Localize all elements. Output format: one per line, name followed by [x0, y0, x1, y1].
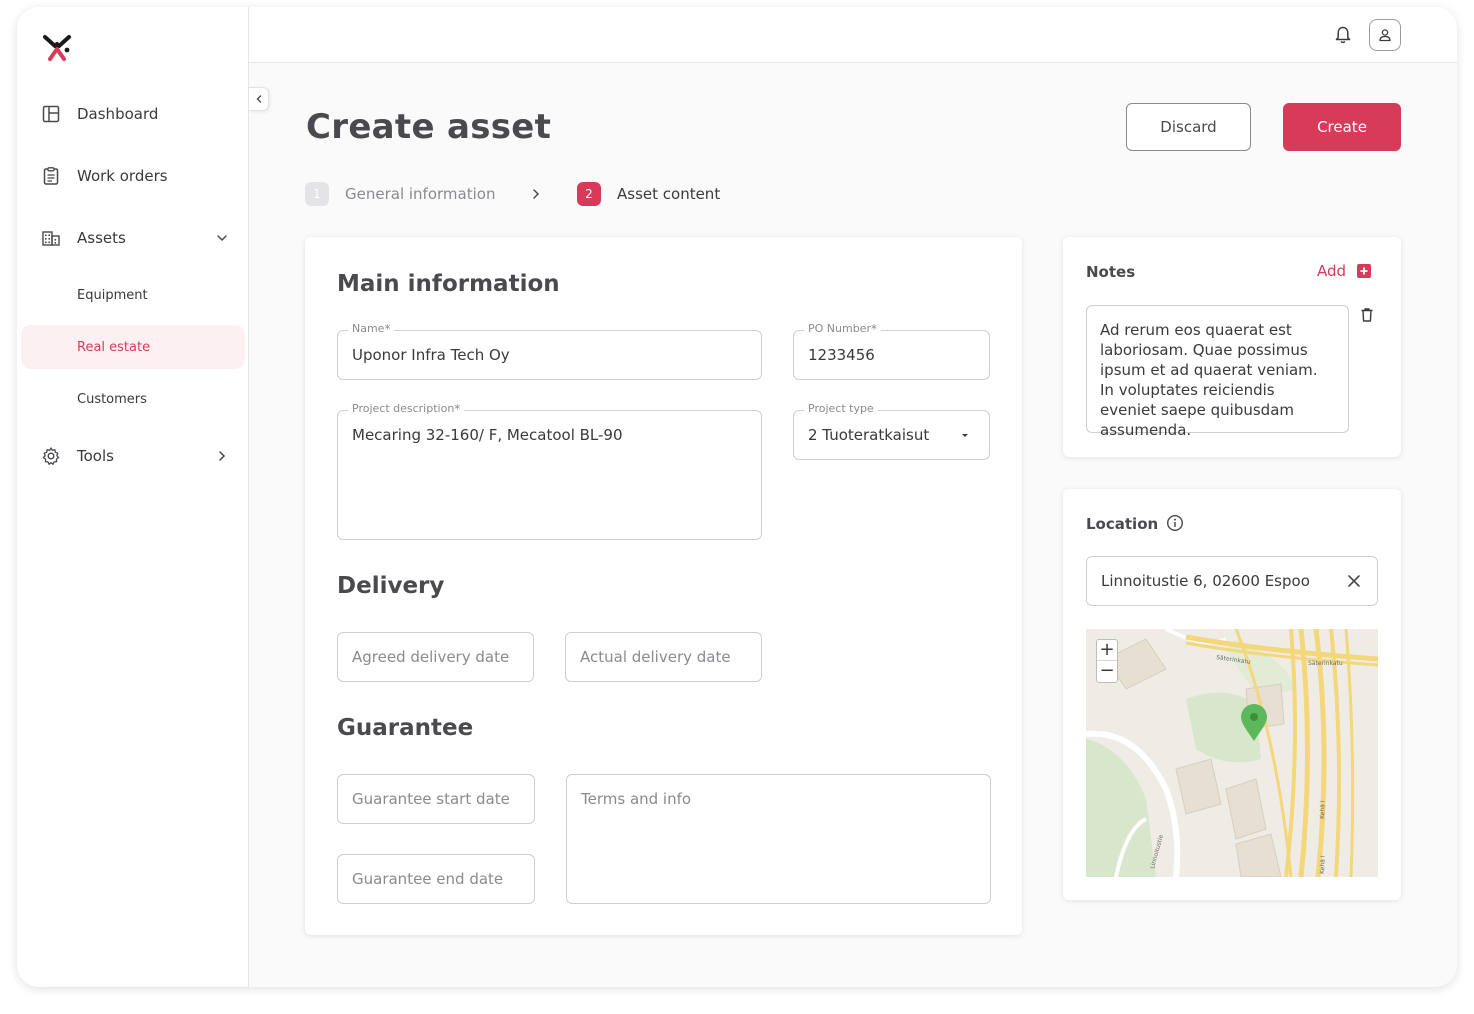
create-button[interactable]: Create: [1283, 103, 1401, 151]
location-card: Location Linnoitustie 6, 02600 Espoo Sät…: [1063, 489, 1401, 900]
bell-icon[interactable]: [1333, 25, 1353, 45]
terms-and-info-field[interactable]: Terms and info: [566, 774, 991, 904]
zoom-controls: + −: [1096, 639, 1118, 683]
project-description-field[interactable]: Project description* Mecaring 32-160/ F,…: [337, 402, 762, 540]
delivery-title: Delivery: [337, 573, 445, 599]
agreed-delivery-date-field[interactable]: Agreed delivery date: [337, 632, 534, 682]
guarantee-end-date-field[interactable]: Guarantee end date: [337, 854, 535, 904]
chevron-down-icon: [217, 235, 227, 242]
map-street-label: Säterinkatu: [1308, 660, 1343, 667]
chevron-right-icon: [219, 451, 226, 461]
sidebar-item-work-orders[interactable]: Work orders: [21, 154, 245, 198]
sidebar-item-dashboard[interactable]: Dashboard: [21, 92, 245, 136]
step-general-information[interactable]: 1 General information: [305, 182, 495, 206]
map-street-label: Kehä I: [1319, 800, 1327, 819]
building-icon: [42, 231, 60, 246]
sidebar: Dashboard Work orders Assets Equipment R…: [17, 7, 249, 987]
zoom-in-button[interactable]: +: [1097, 640, 1117, 661]
user-icon: [1379, 29, 1391, 42]
name-field[interactable]: Name* Uponor Infra Tech Oy: [337, 322, 762, 380]
discard-button[interactable]: Discard: [1126, 103, 1251, 151]
actual-delivery-date-field[interactable]: Actual delivery date: [565, 632, 762, 682]
guarantee-title: Guarantee: [337, 715, 474, 741]
sidebar-item-label: Work orders: [77, 167, 168, 185]
chevron-left-icon: [256, 95, 261, 103]
project-type-value: 2 Tuoteratkaisut: [808, 426, 930, 444]
field-label: Project type: [804, 402, 878, 415]
field-label: Name*: [348, 322, 395, 336]
po-number-field[interactable]: PO Number* 1233456: [793, 322, 990, 380]
sidebar-subitem-customers[interactable]: Customers: [21, 377, 245, 421]
map-street-label: Kehä I: [1319, 855, 1327, 874]
trash-icon[interactable]: [1359, 307, 1375, 323]
info-icon[interactable]: [1166, 514, 1184, 532]
step-label: Asset content: [617, 185, 721, 203]
step-asset-content[interactable]: 2 Asset content: [577, 182, 720, 206]
notes-title: Notes: [1086, 263, 1136, 281]
top-bar: [249, 7, 1457, 63]
field-placeholder: Guarantee end date: [352, 870, 504, 888]
sidebar-item-assets[interactable]: Assets: [21, 216, 245, 260]
sidebar-item-label: Dashboard: [77, 105, 159, 123]
notes-card: Notes Add Ad rerum eos quaerat est labor…: [1063, 237, 1401, 457]
sidebar-subitem-equipment[interactable]: Equipment: [21, 273, 245, 317]
field-placeholder: Agreed delivery date: [352, 648, 510, 666]
guarantee-start-date-field[interactable]: Guarantee start date: [337, 774, 535, 824]
sidebar-subitem-label: Real estate: [77, 339, 151, 355]
main-information-title: Main information: [337, 271, 560, 297]
location-map[interactable]: Säterinkatu Säterinkatu Kehä I Kehä I Li…: [1086, 629, 1378, 877]
sidebar-item-tools[interactable]: Tools: [21, 434, 245, 478]
add-note-button[interactable]: Add: [1317, 262, 1372, 280]
dashboard-icon: [42, 105, 60, 123]
sidebar-item-label: Tools: [77, 447, 114, 465]
clear-icon[interactable]: [1347, 574, 1361, 588]
name-value: Uponor Infra Tech Oy: [352, 346, 510, 364]
chevron-right-icon: [533, 189, 540, 199]
project-description-value: Mecaring 32-160/ F, Mecatool BL-90: [352, 426, 623, 444]
caret-down-icon: [962, 434, 968, 437]
field-placeholder: Guarantee start date: [352, 790, 510, 808]
field-placeholder: Actual delivery date: [580, 648, 731, 666]
step-number: 1: [305, 182, 329, 206]
location-title: Location: [1086, 515, 1159, 533]
sidebar-subitem-label: Equipment: [77, 287, 148, 303]
map-canvas: Säterinkatu Säterinkatu Kehä I Kehä I Li…: [1086, 629, 1378, 877]
field-label: Project description*: [348, 402, 465, 416]
app-logo: [43, 35, 71, 61]
add-note-label: Add: [1317, 262, 1347, 280]
main-form-card: Main information Name* Uponor Infra Tech…: [305, 237, 1022, 935]
app-window: Dashboard Work orders Assets Equipment R…: [17, 7, 1457, 987]
location-address-field[interactable]: Linnoitustie 6, 02600 Espoo: [1086, 556, 1378, 606]
zoom-out-button[interactable]: −: [1097, 661, 1117, 682]
field-label: PO Number*: [804, 322, 881, 336]
note-text[interactable]: Ad rerum eos quaerat est laboriosam. Qua…: [1086, 305, 1349, 439]
page-title: Create asset: [306, 107, 552, 147]
sidebar-subitem-real-estate[interactable]: Real estate: [21, 325, 245, 369]
step-number: 2: [577, 182, 601, 206]
clipboard-icon: [43, 167, 59, 185]
user-menu-button[interactable]: [1369, 19, 1401, 51]
sidebar-subitem-label: Customers: [77, 391, 147, 407]
plus-square-icon: [1357, 264, 1372, 278]
po-number-value: 1233456: [808, 346, 875, 364]
project-type-select[interactable]: Project type 2 Tuoteratkaisut: [793, 402, 990, 460]
sidebar-item-label: Assets: [77, 229, 126, 247]
address-value: Linnoitustie 6, 02600 Espoo: [1101, 572, 1310, 590]
step-label: General information: [345, 185, 496, 203]
field-placeholder: Terms and info: [581, 790, 692, 808]
collapse-sidebar-button[interactable]: [249, 87, 269, 111]
gear-icon: [42, 447, 60, 465]
